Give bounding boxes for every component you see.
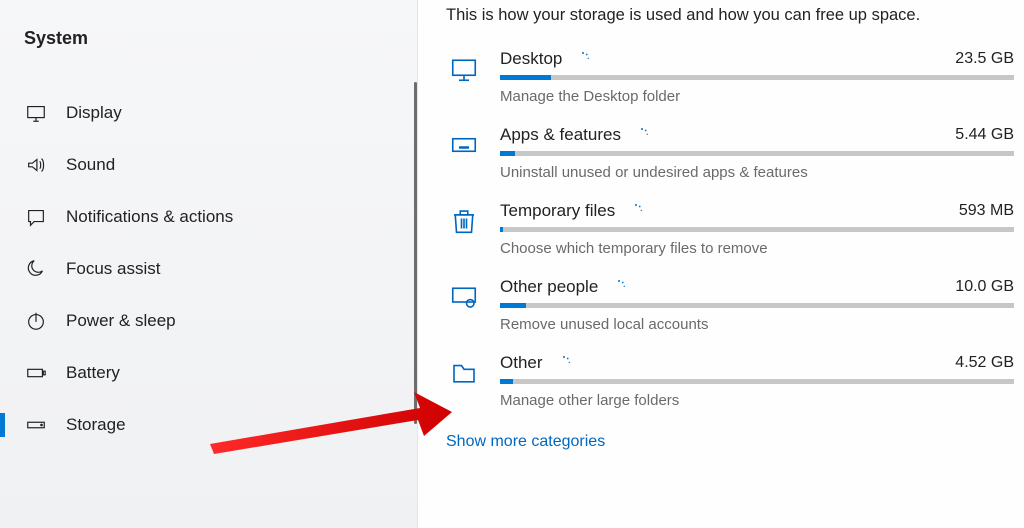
- nav-label: Battery: [66, 363, 120, 383]
- nav-item-display[interactable]: Display: [0, 87, 417, 139]
- folder-icon: [446, 355, 482, 391]
- nav-item-sound[interactable]: Sound: [0, 139, 417, 191]
- keyboard-icon: [446, 127, 482, 163]
- sidebar-title: System: [0, 28, 417, 49]
- category-other-people[interactable]: Other people 10.0 GB Remove unused local…: [446, 277, 1014, 333]
- category-subtext: Choose which temporary files to remove: [500, 240, 1014, 257]
- category-subtext: Manage other large folders: [500, 392, 1014, 409]
- chat-icon: [24, 205, 48, 229]
- main-content: This is how your storage is used and how…: [418, 0, 1024, 528]
- nav-list: Display Sound Notifications & actions Fo…: [0, 87, 417, 451]
- nav-label: Notifications & actions: [66, 207, 233, 227]
- nav-label: Power & sleep: [66, 311, 176, 331]
- power-icon: [24, 309, 48, 333]
- nav-item-battery[interactable]: Battery: [0, 347, 417, 399]
- nav-item-storage[interactable]: Storage: [0, 399, 417, 451]
- loading-spinner-icon: [574, 50, 592, 68]
- monitor-icon: [446, 51, 482, 87]
- usage-bar: [500, 151, 1014, 156]
- loading-spinner-icon: [633, 126, 651, 144]
- nav-item-power-sleep[interactable]: Power & sleep: [0, 295, 417, 347]
- category-other[interactable]: Other 4.52 GB Manage other large folders: [446, 353, 1014, 409]
- nav-item-focus-assist[interactable]: Focus assist: [0, 243, 417, 295]
- nav-label: Focus assist: [66, 259, 160, 279]
- moon-icon: [24, 257, 48, 281]
- category-apps-features[interactable]: Apps & features 5.44 GB Uninstall unused…: [446, 125, 1014, 181]
- category-size: 4.52 GB: [955, 354, 1014, 372]
- category-size: 5.44 GB: [955, 126, 1014, 144]
- loading-spinner-icon: [610, 278, 628, 296]
- category-size: 10.0 GB: [955, 278, 1014, 296]
- category-size: 23.5 GB: [955, 50, 1014, 68]
- drive-icon: [24, 413, 48, 437]
- people-icon: [446, 279, 482, 315]
- category-subtext: Remove unused local accounts: [500, 316, 1014, 333]
- sidebar: System Display Sound Notifications & act…: [0, 0, 418, 528]
- scrollbar-thumb[interactable]: [414, 82, 417, 424]
- category-subtext: Uninstall unused or undesired apps & fea…: [500, 164, 1014, 181]
- usage-bar: [500, 75, 1014, 80]
- category-temporary-files[interactable]: Temporary files 593 MB Choose which temp…: [446, 201, 1014, 257]
- category-size: 593 MB: [959, 202, 1014, 220]
- speaker-icon: [24, 153, 48, 177]
- battery-icon: [24, 361, 48, 385]
- category-name: Apps & features: [500, 125, 621, 145]
- monitor-icon: [24, 101, 48, 125]
- category-desktop[interactable]: Desktop 23.5 GB Manage the Desktop folde…: [446, 49, 1014, 105]
- trash-icon: [446, 203, 482, 239]
- category-name: Other people: [500, 277, 598, 297]
- intro-text: This is how your storage is used and how…: [446, 6, 1014, 25]
- loading-spinner-icon: [627, 202, 645, 220]
- nav-item-notifications[interactable]: Notifications & actions: [0, 191, 417, 243]
- category-subtext: Manage the Desktop folder: [500, 88, 1014, 105]
- nav-label: Display: [66, 103, 122, 123]
- nav-label: Sound: [66, 155, 115, 175]
- nav-label: Storage: [66, 415, 126, 435]
- usage-bar: [500, 303, 1014, 308]
- category-name: Other: [500, 353, 543, 373]
- show-more-link[interactable]: Show more categories: [446, 433, 605, 451]
- category-name: Desktop: [500, 49, 562, 69]
- usage-bar: [500, 227, 1014, 232]
- usage-bar: [500, 379, 1014, 384]
- loading-spinner-icon: [555, 354, 573, 372]
- category-name: Temporary files: [500, 201, 615, 221]
